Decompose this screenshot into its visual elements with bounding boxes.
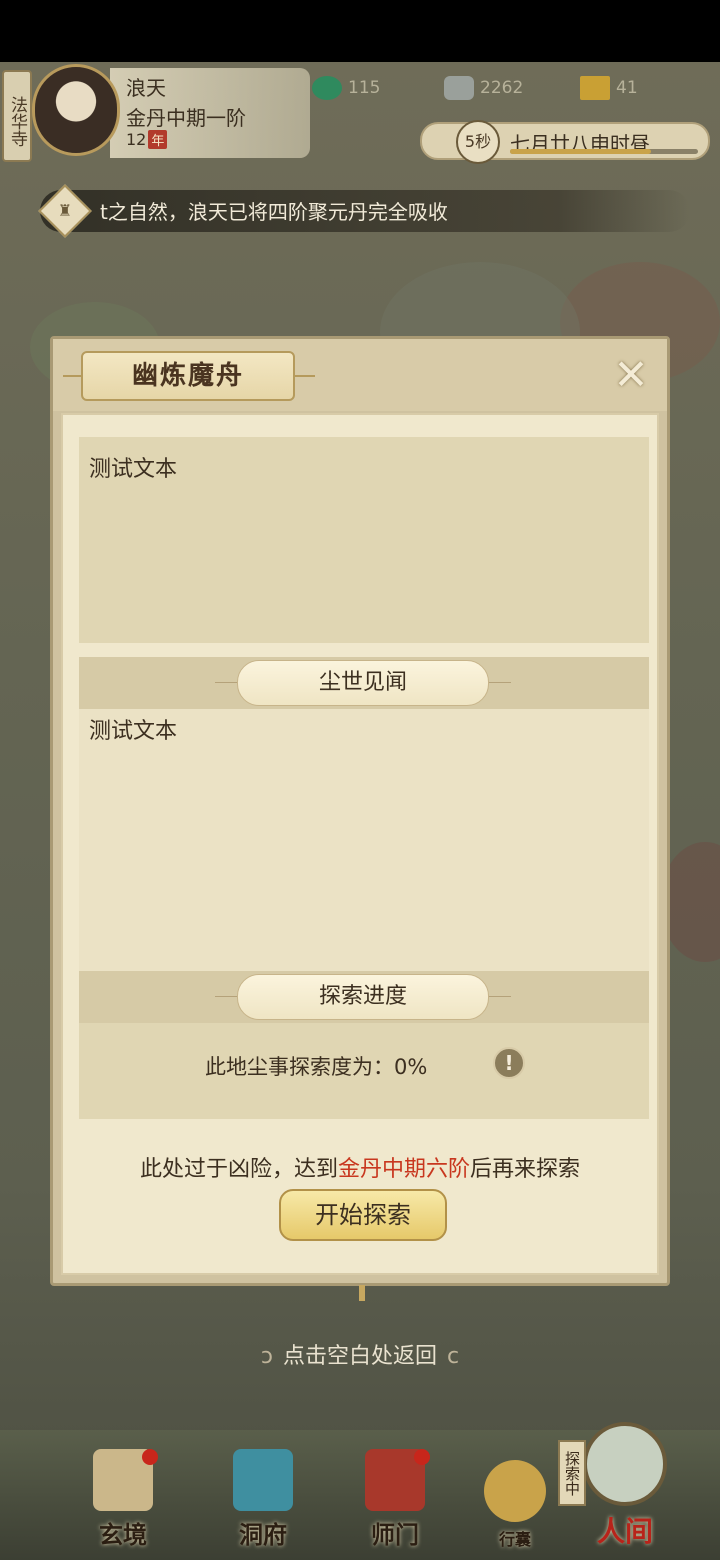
start-explore-button[interactable]: 开始探索 bbox=[279, 1189, 447, 1241]
realm-requirement-warning: 此处过于凶险，达到金丹中期六阶后再来探索 bbox=[63, 1151, 657, 1183]
time-progress-fill bbox=[510, 149, 651, 154]
return-hint-text: 点击空白处返回 bbox=[282, 1344, 437, 1369]
location-dialog: 幽炼魔舟 ✕ 测试文本 尘世见闻 测试文本 探索进度 此地尘事探索度为：0% !… bbox=[50, 336, 670, 1301]
nav-dongfu[interactable]: 洞府 bbox=[228, 1449, 298, 1550]
message-ticker[interactable]: ♜ t之自然，浪天已将四阶聚元丹完全吸收 bbox=[38, 184, 690, 238]
nav-dongfu-label: 洞府 bbox=[239, 1520, 287, 1549]
resource-jade[interactable]: 115 bbox=[312, 76, 380, 102]
player-age: 12 年 bbox=[126, 130, 168, 149]
notification-dot bbox=[142, 1449, 158, 1465]
status-bar bbox=[0, 0, 720, 62]
dialog-decoration bbox=[359, 1285, 365, 1301]
sect-tag[interactable]: 法华寺 bbox=[2, 70, 32, 162]
player-info-card[interactable]: 浪天 金丹中期一阶 12 年 bbox=[110, 68, 310, 158]
player-realm: 金丹中期一阶 bbox=[126, 106, 246, 130]
nav-xuanjing[interactable]: 玄境 bbox=[88, 1449, 158, 1550]
required-realm: 金丹中期六阶 bbox=[337, 1157, 470, 1182]
nav-shimen[interactable]: 师门 bbox=[360, 1449, 430, 1550]
ticker-text: t之自然，浪天已将四阶聚元丹完全吸收 bbox=[100, 200, 448, 224]
title-decoration bbox=[63, 375, 83, 377]
description-panel: 测试文本 bbox=[79, 437, 649, 643]
exploring-status-tag: 探索中 bbox=[558, 1440, 586, 1506]
progress-panel: 此地尘事探索度为：0% ! bbox=[79, 1023, 649, 1119]
age-unit-badge: 年 bbox=[148, 130, 168, 149]
events-panel: 测试文本 bbox=[79, 709, 649, 971]
notification-dot bbox=[414, 1449, 430, 1465]
top-hud: 法华寺 浪天 金丹中期一阶 12 年 115 2262 41 5秒 七月廿八申时昼 bbox=[0, 62, 720, 192]
coin-icon bbox=[444, 76, 474, 100]
nav-xuanjing-label: 玄境 bbox=[99, 1520, 147, 1549]
player-name: 浪天 bbox=[126, 76, 166, 100]
resource-merit[interactable]: 41 bbox=[580, 76, 638, 102]
swirl-decoration-icon: c bbox=[447, 1344, 460, 1369]
section-decoration bbox=[489, 682, 511, 683]
description-text: 测试文本 bbox=[89, 457, 178, 482]
events-section-header: 尘世见闻 bbox=[79, 657, 649, 709]
resource-jade-value: 115 bbox=[348, 78, 381, 98]
landscape-icon bbox=[583, 1422, 667, 1506]
nav-xingnang[interactable]: 行囊 bbox=[478, 1460, 552, 1550]
section-decoration bbox=[215, 996, 237, 997]
avatar[interactable] bbox=[32, 64, 120, 156]
close-button[interactable]: ✕ bbox=[609, 353, 653, 397]
tap-to-return-hint[interactable]: ↄ 点击空白处返回 c bbox=[0, 1338, 720, 1370]
events-section-title: 尘世见闻 bbox=[237, 660, 489, 706]
bag-icon bbox=[484, 1460, 546, 1522]
nav-renjian[interactable]: 人间 bbox=[580, 1422, 670, 1550]
progress-section-title: 探索进度 bbox=[237, 974, 489, 1020]
swirl-decoration-icon: ↄ bbox=[260, 1344, 273, 1369]
events-text: 测试文本 bbox=[89, 719, 178, 744]
section-decoration bbox=[489, 996, 511, 997]
dialog-header: 幽炼魔舟 ✕ bbox=[53, 339, 667, 411]
info-icon[interactable]: ! bbox=[493, 1047, 525, 1079]
resource-coin-value: 2262 bbox=[480, 78, 524, 98]
warning-prefix: 此处过于凶险，达到 bbox=[139, 1157, 338, 1182]
warning-suffix: 后再来探索 bbox=[470, 1157, 581, 1182]
progress-text: 此地尘事探索度为：0% bbox=[205, 1055, 428, 1079]
game-time-box[interactable]: 5秒 七月廿八申时昼 bbox=[420, 120, 710, 164]
progress-section-header: 探索进度 bbox=[79, 971, 649, 1023]
pavilion-icon bbox=[233, 1449, 293, 1511]
merit-icon bbox=[580, 76, 610, 100]
dialog-body: 测试文本 尘世见闻 测试文本 探索进度 此地尘事探索度为：0% ! 此处过于凶险… bbox=[61, 413, 659, 1275]
countdown-badge: 5秒 bbox=[456, 120, 500, 164]
nav-shimen-label: 师门 bbox=[371, 1520, 419, 1549]
time-progress-bar bbox=[510, 149, 698, 154]
title-decoration bbox=[295, 375, 315, 377]
dialog-title-plaque: 幽炼魔舟 bbox=[81, 351, 295, 401]
nav-renjian-label: 人间 bbox=[596, 1515, 653, 1548]
close-icon: ✕ bbox=[613, 350, 649, 399]
jade-icon bbox=[312, 76, 342, 100]
nav-xingnang-label: 行囊 bbox=[498, 1530, 531, 1549]
resource-merit-value: 41 bbox=[616, 78, 638, 98]
bottom-nav: 玄境 洞府 师门 行囊 人间 bbox=[0, 1422, 720, 1560]
player-age-value: 12 bbox=[126, 130, 147, 149]
dialog-title: 幽炼魔舟 bbox=[131, 361, 244, 391]
section-decoration bbox=[215, 682, 237, 683]
resource-coin[interactable]: 2262 bbox=[444, 76, 523, 102]
